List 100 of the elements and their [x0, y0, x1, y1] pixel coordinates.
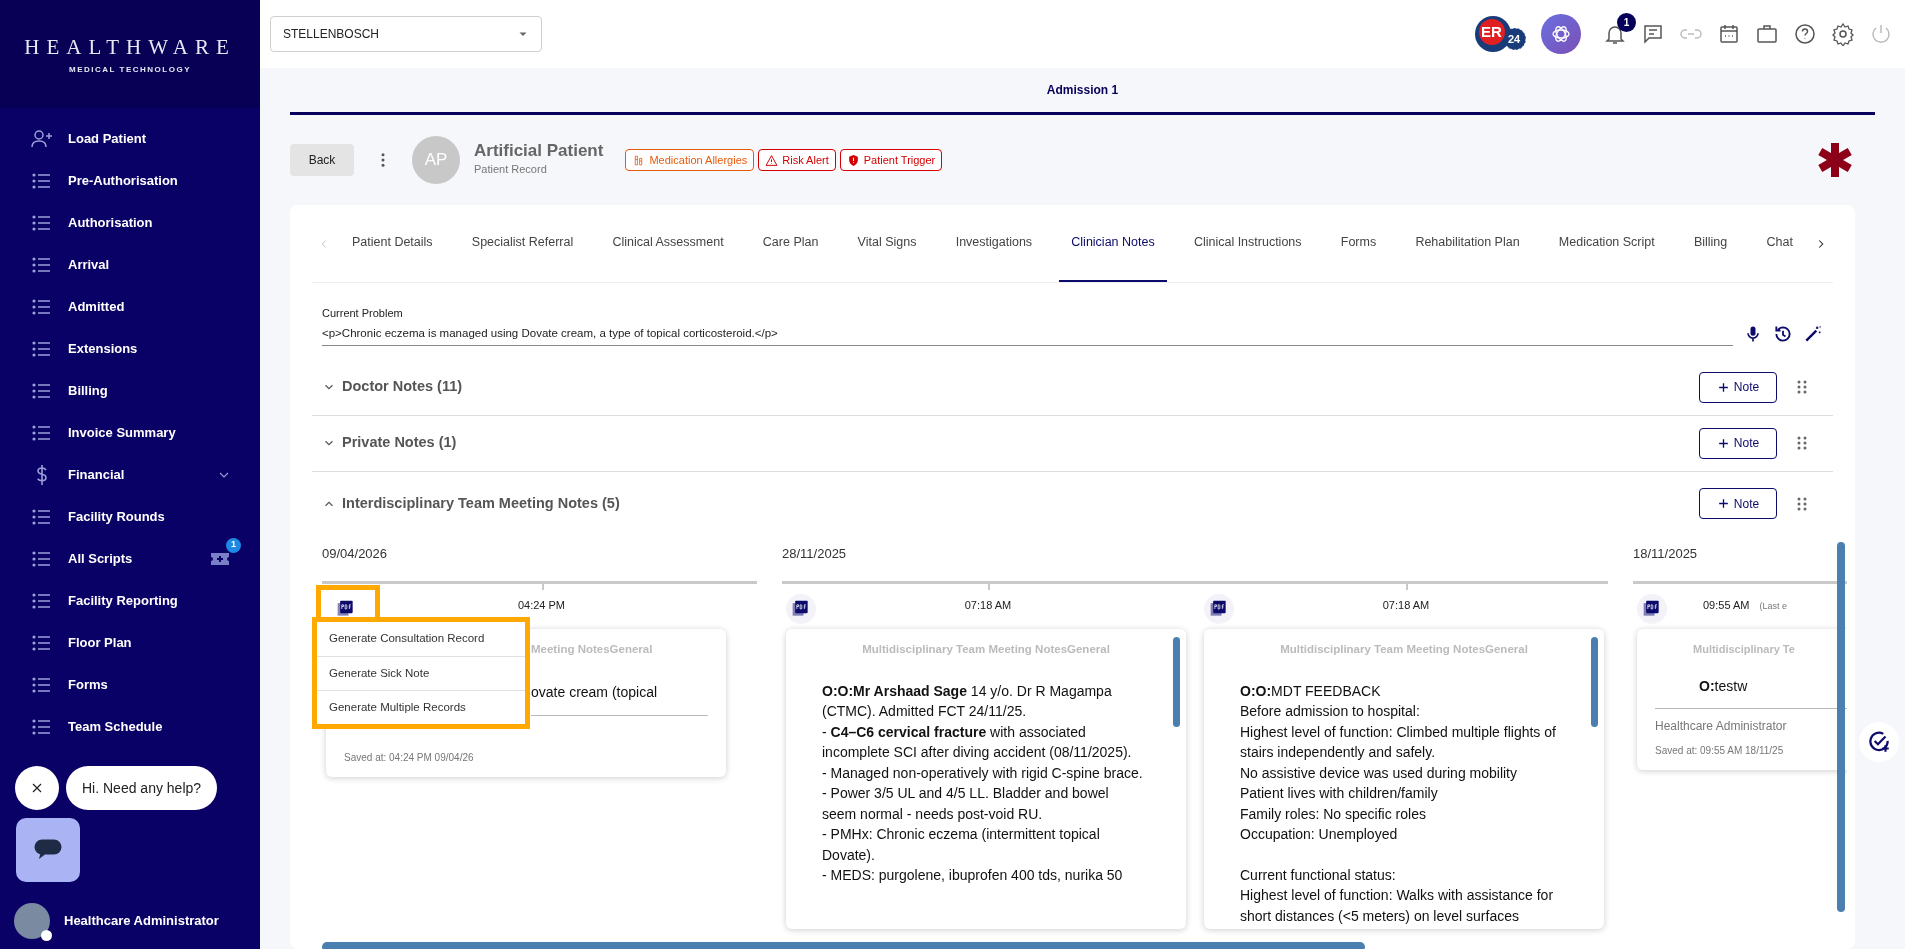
note-title: Multidisciplinary Te: [1692, 642, 1796, 658]
tab[interactable]: Clinical Assessment: [600, 205, 736, 282]
chat-launcher-button[interactable]: [16, 818, 80, 882]
pdf-button[interactable]: [786, 594, 816, 625]
note-line: - PMHx: Chronic eczema (intermittent topical Dovate).: [822, 825, 1101, 865]
er-logo[interactable]: ER 24: [1475, 13, 1527, 55]
logo-circles-icon: [1475, 13, 1527, 55]
alert-badge[interactable]: Medication Allergies: [625, 148, 755, 172]
accordion-header[interactable]: Private Notes (1) Note: [312, 415, 1833, 472]
section-title: Interdisciplinary Team Meeting Notes (5): [342, 493, 620, 513]
calendar-icon[interactable]: [1717, 22, 1741, 46]
check-plus-icon: [1866, 729, 1892, 755]
entry-time: 04:24 PM: [517, 599, 566, 612]
sidebar-item-label: Load Patient: [68, 130, 146, 149]
chat-icon[interactable]: [1641, 22, 1665, 46]
tab[interactable]: Care Plan: [750, 205, 831, 282]
tab[interactable]: Rehabilitation Plan: [1403, 205, 1532, 282]
sidebar-item[interactable]: Admitted: [0, 286, 260, 328]
sidebar-item[interactable]: Arrival: [0, 244, 260, 286]
sidebar-item[interactable]: Invoice Summary: [0, 412, 260, 454]
note-line: Family roles: No specific roles: [1240, 804, 1427, 824]
note-line: O:O:MDT FEEDBACK: [1240, 681, 1382, 701]
sidebar-item-label: Floor Plan: [68, 634, 132, 653]
plus-icon: [1716, 380, 1730, 394]
settings-icon[interactable]: [1831, 22, 1855, 46]
sidebar-item[interactable]: Pre-Authorisation: [0, 160, 260, 202]
patient-name: Artificial Patient: [474, 142, 604, 162]
sidebar-item-label: Invoice Summary: [68, 424, 176, 443]
count-badge: 1: [226, 537, 241, 553]
drag-handle-icon[interactable]: [1795, 496, 1809, 511]
sidebar-item-label: Facility Rounds: [68, 508, 165, 527]
tab[interactable]: Patient Details: [340, 205, 445, 282]
sidebar-item[interactable]: Load Patient: [0, 118, 260, 160]
tab[interactable]: Investigations: [943, 205, 1045, 282]
entry-time: 07:18 AM: [964, 599, 1012, 612]
entry-time: 07:18 AM: [1382, 599, 1430, 612]
er-logo-text: ER: [1481, 24, 1502, 39]
patient-subtitle: Patient Record: [474, 162, 548, 178]
plus-icon: [1716, 497, 1730, 511]
note-line: - Power 3/5 UL and 4/5 LL. Bladder and bowel seem normal - needs post-void RU.: [822, 784, 1110, 824]
alert-badge[interactable]: Risk Alert: [758, 148, 836, 172]
user-name: Healthcare Administrator: [64, 912, 219, 931]
scrollbar-thumb[interactable]: [1837, 541, 1845, 912]
add-note-button[interactable]: Note: [1699, 488, 1777, 520]
note-title: Multidisciplinary Team Meeting NotesGeneral: [861, 642, 1111, 658]
chat-bubble: Hi. Need any help?: [66, 766, 218, 810]
accordion-header[interactable]: Interdisciplinary Team Meeting Notes (5) Note: [312, 471, 1833, 536]
note-line: - MEDS: purgolene, ibuprofen 400 tds, nurika 50: [822, 866, 1124, 885]
note-line: Highest level of function: Walks with assistance for short distances (<5 meters) on level surfaces: [1240, 886, 1555, 926]
tab[interactable]: Forms: [1328, 205, 1389, 282]
add-task-button[interactable]: [1859, 722, 1899, 762]
sidebar-item[interactable]: Forms: [0, 664, 260, 706]
sidebar-item[interactable]: Extensions: [0, 328, 260, 370]
tab[interactable]: Billing: [1681, 205, 1740, 282]
admission-tab[interactable]: Admission 1: [1046, 81, 1119, 99]
location-select[interactable]: STELLENBOSCH: [270, 16, 542, 52]
drag-handle-icon[interactable]: [1795, 380, 1809, 395]
tab[interactable]: Chat: [1754, 205, 1805, 282]
briefcase-icon[interactable]: [1755, 22, 1779, 46]
sidebar-item-label: Financial: [68, 466, 125, 485]
scrollbar-thumb[interactable]: [322, 941, 1365, 949]
assistant-button[interactable]: [1541, 14, 1581, 54]
sidebar-item[interactable]: All Scripts 1: [0, 538, 260, 580]
add-note-button[interactable]: Note: [1699, 371, 1777, 403]
drag-handle-icon[interactable]: [1795, 436, 1809, 451]
tab[interactable]: Clinical Instructions: [1181, 205, 1314, 282]
notification-badge: 1: [1617, 12, 1636, 32]
sidebar-item-label: Team Schedule: [68, 718, 163, 737]
pdf-button[interactable]: [1637, 594, 1667, 625]
sidebar-item-label: Authorisation: [68, 214, 153, 233]
input-field[interactable]: <p>Chronic eczema is managed using Dovate cream, a type of topical corticosteroid.</p>: [322, 321, 1733, 346]
add-note-button[interactable]: Note: [1699, 427, 1777, 459]
timeline-date: 09/04/2026: [322, 544, 388, 563]
back-button[interactable]: Back: [290, 144, 354, 176]
tab[interactable]: Vital Signs: [845, 205, 929, 282]
section-title: Private Notes (1): [342, 433, 457, 453]
accordion-header[interactable]: Doctor Notes (11) Note: [312, 359, 1833, 416]
pdf-button[interactable]: [1204, 594, 1234, 625]
close-button[interactable]: [15, 766, 59, 810]
section-title: Doctor Notes (11): [342, 377, 463, 397]
tab[interactable]: Medication Script: [1546, 205, 1667, 282]
tab[interactable]: Specialist Referral: [459, 205, 586, 282]
magic-wand-icon[interactable]: [1803, 323, 1823, 344]
sidebar-item[interactable]: Facility Rounds: [0, 496, 260, 538]
shield-icon: [846, 153, 860, 167]
note-author: Healthcare Administrator: [1654, 718, 1788, 736]
sidebar-item[interactable]: Authorisation: [0, 202, 260, 244]
sidebar-item-label: Facility Reporting: [68, 592, 178, 611]
sidebar-item[interactable]: Billing: [0, 370, 260, 412]
sidebar-item[interactable]: Facility Reporting: [0, 580, 260, 622]
help-icon[interactable]: [1793, 22, 1817, 46]
tab[interactable]: Clinician Notes: [1059, 205, 1167, 282]
er-logo-number: 24: [1508, 34, 1521, 45]
sidebar-item[interactable]: Team Schedule: [0, 706, 260, 748]
alert-badge[interactable]: Patient Trigger: [839, 148, 943, 172]
note-line: - C4–C6 cervical fracture with associated incomplete SCI after diving accident (08/11/2025).: [822, 722, 1133, 762]
sidebar-item[interactable]: Financial: [0, 454, 260, 496]
note-line: Highest level of function: Climbed multiple flights of stairs independently and safely.: [1240, 722, 1557, 762]
saved-time: Saved at: 09:55 AM 18/11/25: [1654, 744, 1785, 759]
sidebar-item[interactable]: Floor Plan: [0, 622, 260, 664]
